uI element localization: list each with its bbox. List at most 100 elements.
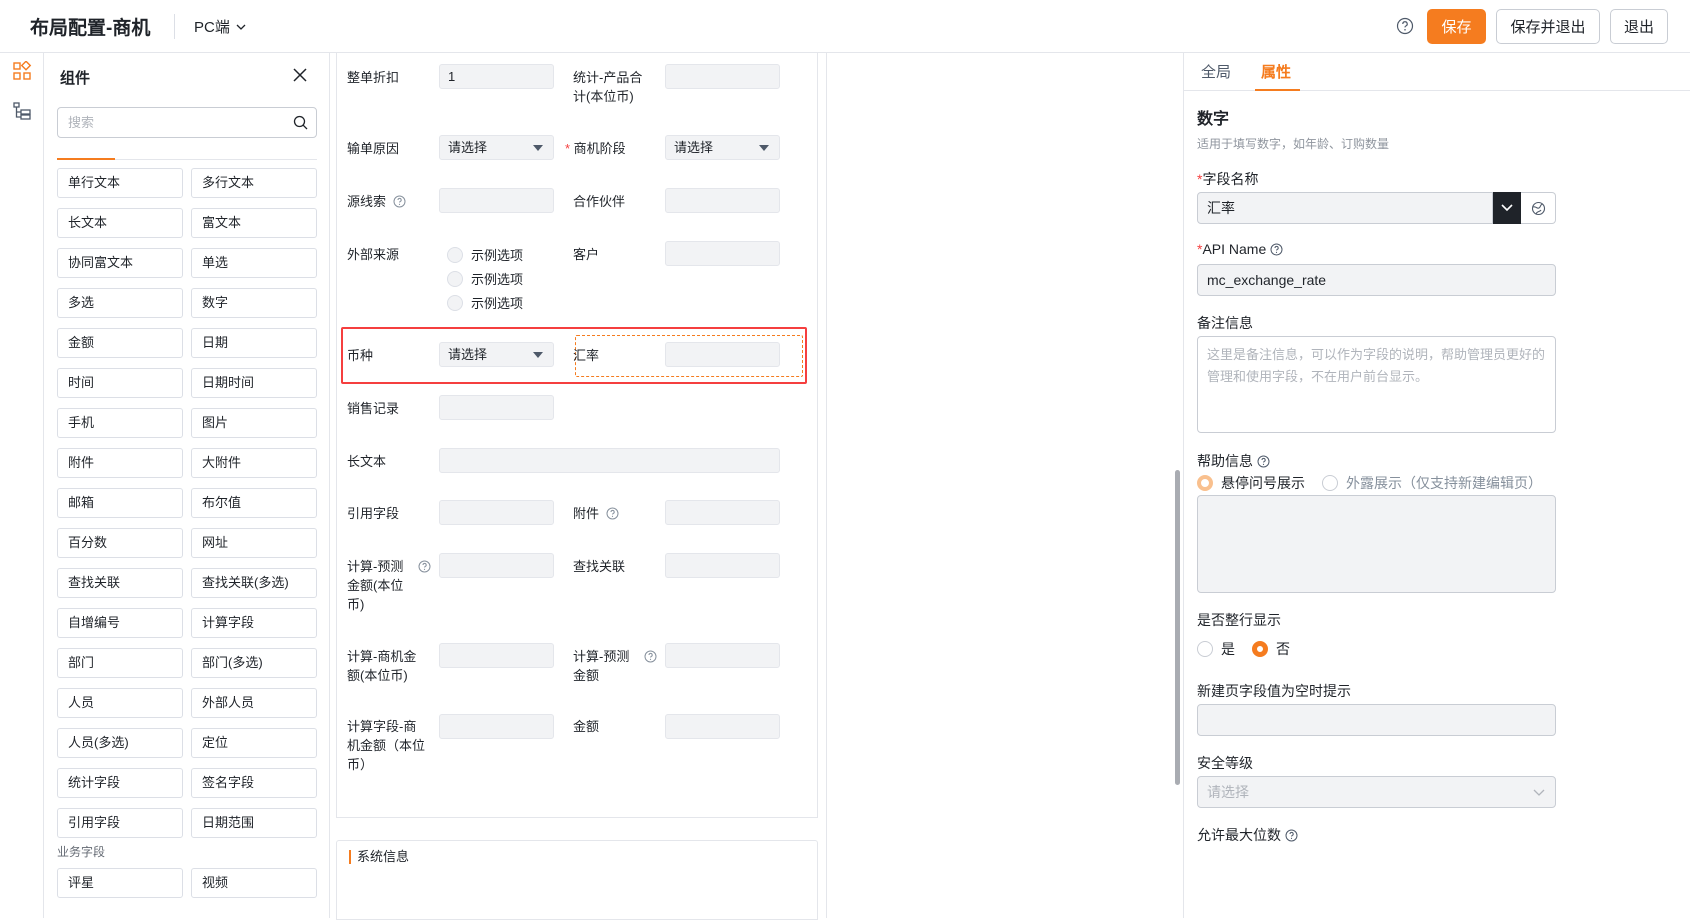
component-item[interactable]: 计算字段 (191, 608, 317, 638)
field-input[interactable] (439, 395, 554, 420)
component-item[interactable]: 时间 (57, 368, 183, 398)
translate-button[interactable] (1521, 192, 1556, 224)
component-item[interactable]: 数字 (191, 288, 317, 318)
platform-dropdown[interactable]: PC端 (194, 16, 246, 37)
field-input[interactable] (665, 342, 780, 367)
component-item[interactable]: 外部人员 (191, 688, 317, 718)
canvas-scrollbar[interactable] (1175, 470, 1180, 785)
component-item[interactable]: 单行文本 (57, 168, 183, 198)
components-panel: 组件 单行文本 多行文本 长文本 富文本 协同富文本 单选 多选 数字 金额 日… (44, 53, 330, 918)
component-item[interactable]: 大附件 (191, 448, 317, 478)
field-label: 客户 (573, 247, 600, 262)
field-input[interactable] (439, 188, 554, 213)
field-input[interactable] (439, 553, 554, 578)
field-input[interactable] (439, 500, 554, 525)
save-button[interactable]: 保存 (1427, 9, 1486, 44)
field-select[interactable]: 请选择 (439, 342, 554, 367)
component-item[interactable]: 布尔值 (191, 488, 317, 518)
properties-panel: 全局 属性 数字 适用于填写数字，如年龄、订购数量 *字段名称 汇率 *API … (1183, 53, 1690, 918)
component-item[interactable]: 富文本 (191, 208, 317, 238)
help-icon[interactable] (1285, 829, 1298, 842)
empty-hint-input[interactable] (1197, 704, 1556, 736)
tree-icon[interactable] (12, 101, 32, 121)
tab-properties[interactable]: 属性 (1261, 61, 1291, 82)
component-item[interactable]: 日期时间 (191, 368, 317, 398)
full-row-yes-radio[interactable]: 是 (1197, 639, 1235, 659)
component-item[interactable]: 协同富文本 (57, 248, 183, 278)
field-name-input[interactable]: 汇率 (1197, 192, 1493, 224)
component-item[interactable]: 图片 (191, 408, 317, 438)
field-input[interactable] (665, 241, 780, 266)
search-icon[interactable] (293, 115, 308, 130)
component-item[interactable]: 长文本 (57, 208, 183, 238)
component-item[interactable]: 部门 (57, 648, 183, 678)
component-heading: 数字 (1197, 111, 1230, 128)
tab-global[interactable]: 全局 (1201, 61, 1231, 82)
component-item[interactable]: 人员(多选) (57, 728, 183, 758)
left-rail (0, 53, 44, 918)
system-info-section[interactable]: 系统信息 (336, 840, 818, 920)
api-name-input[interactable]: mc_exchange_rate (1197, 264, 1556, 296)
help-icon[interactable] (606, 507, 619, 520)
security-level-select[interactable]: 请选择 (1197, 776, 1556, 808)
field-input[interactable] (439, 643, 554, 668)
component-item[interactable]: 附件 (57, 448, 183, 478)
field-select[interactable]: 请选择 (439, 135, 554, 160)
component-item[interactable]: 查找关联(多选) (191, 568, 317, 598)
component-item[interactable]: 多选 (57, 288, 183, 318)
exit-button[interactable]: 退出 (1610, 9, 1668, 44)
radio-option[interactable]: 示例选项 (447, 245, 523, 264)
help-exposed-radio[interactable]: 外露展示（仅支持新建编辑页） (1322, 473, 1542, 493)
component-item[interactable]: 日期 (191, 328, 317, 358)
help-icon[interactable] (418, 560, 431, 573)
component-item[interactable]: 金额 (57, 328, 183, 358)
top-bar: 布局配置-商机 PC端 保存 保存并退出 退出 (0, 0, 1690, 53)
full-row-no-radio[interactable]: 否 (1252, 639, 1290, 659)
field-input[interactable] (665, 188, 780, 213)
component-item[interactable]: 统计字段 (57, 768, 183, 798)
component-item[interactable]: 邮箱 (57, 488, 183, 518)
remark-textarea[interactable]: 这里是备注信息，可以作为字段的说明，帮助管理员更好的管理和使用字段，不在用户前台… (1197, 336, 1556, 433)
help-textarea[interactable] (1197, 495, 1556, 593)
component-item[interactable]: 评星 (57, 868, 183, 898)
component-item[interactable]: 定位 (191, 728, 317, 758)
component-item[interactable]: 部门(多选) (191, 648, 317, 678)
component-item[interactable]: 视频 (191, 868, 317, 898)
component-item[interactable]: 多行文本 (191, 168, 317, 198)
help-icon[interactable] (644, 650, 657, 663)
help-icon[interactable] (393, 195, 406, 208)
component-item[interactable]: 签名字段 (191, 768, 317, 798)
component-item[interactable]: 人员 (57, 688, 183, 718)
field-input[interactable] (665, 643, 780, 668)
field-name-dropdown[interactable] (1493, 192, 1521, 224)
field-input[interactable] (665, 714, 780, 739)
radio-selected (1197, 475, 1213, 491)
field-input[interactable] (665, 64, 780, 89)
radio-option[interactable]: 示例选项 (447, 269, 523, 288)
save-and-exit-button[interactable]: 保存并退出 (1496, 9, 1600, 44)
component-item[interactable]: 日期范围 (191, 808, 317, 838)
component-item[interactable]: 查找关联 (57, 568, 183, 598)
close-icon[interactable] (291, 66, 309, 84)
component-item[interactable]: 自增编号 (57, 608, 183, 638)
field-select[interactable]: 请选择 (665, 135, 780, 160)
field-input[interactable] (439, 714, 554, 739)
field-label: 计算-预测 金额(本位 币) (347, 559, 404, 612)
help-icon[interactable] (1270, 243, 1283, 256)
component-item[interactable]: 网址 (191, 528, 317, 558)
help-info-label: 帮助信息 (1197, 451, 1270, 471)
component-item[interactable]: 引用字段 (57, 808, 183, 838)
field-input[interactable]: 1 (439, 64, 554, 89)
help-icon[interactable] (1257, 455, 1270, 468)
radio-option[interactable]: 示例选项 (447, 293, 523, 312)
search-input[interactable] (58, 108, 278, 137)
help-hover-radio[interactable]: 悬停问号展示 (1197, 473, 1305, 493)
component-item[interactable]: 百分数 (57, 528, 183, 558)
field-input[interactable] (665, 500, 780, 525)
component-item[interactable]: 单选 (191, 248, 317, 278)
field-input[interactable] (665, 553, 780, 578)
components-icon[interactable] (12, 61, 32, 81)
field-input[interactable] (439, 448, 780, 473)
help-icon[interactable] (1396, 17, 1414, 35)
component-item[interactable]: 手机 (57, 408, 183, 438)
